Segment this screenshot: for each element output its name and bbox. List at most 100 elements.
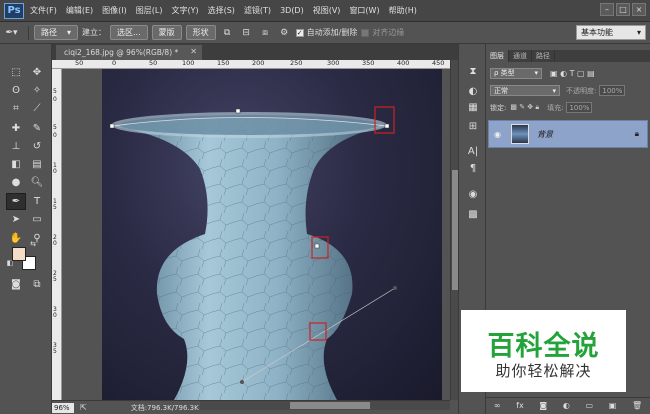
- navigator-panel-icon[interactable]: ▩: [465, 207, 481, 221]
- ruler-label: 0: [53, 132, 57, 139]
- make-shape-button[interactable]: 形状: [185, 25, 216, 40]
- ruler-label: 400: [397, 60, 410, 67]
- export-icon[interactable]: ⇱: [80, 403, 87, 412]
- opacity-field[interactable]: 100%: [599, 85, 626, 96]
- menu-file[interactable]: 文件(F): [30, 5, 57, 16]
- make-selection-button[interactable]: 选区...: [110, 25, 148, 40]
- build-label: 建立：: [82, 28, 106, 37]
- menu-select[interactable]: 选择(S): [208, 5, 235, 16]
- lasso-tool-icon[interactable]: ʘ: [6, 82, 26, 99]
- swap-colors-icon[interactable]: ⇆: [28, 239, 38, 249]
- vase-illustration: [109, 106, 397, 400]
- menu-window[interactable]: 窗口(W): [349, 5, 379, 16]
- gear-icon[interactable]: ⚙: [277, 25, 292, 40]
- eyedropper-tool-icon[interactable]: ⟋: [27, 100, 47, 117]
- menu-type[interactable]: 文字(Y): [171, 5, 198, 16]
- menu-image[interactable]: 图像(I): [102, 5, 127, 16]
- tab-paths[interactable]: 路径: [532, 50, 555, 62]
- screen-mode-icon[interactable]: ⧉: [27, 276, 47, 293]
- maximize-button[interactable]: □: [616, 3, 630, 16]
- auto-add-delete-checkbox[interactable]: ✓: [295, 28, 304, 37]
- color-panel-icon[interactable]: ◐: [465, 84, 481, 98]
- workspace-value: 基本功能: [581, 28, 613, 37]
- gradient-tool-icon[interactable]: ▤: [27, 156, 47, 173]
- document-tab[interactable]: ciqi2_168.jpg @ 96%(RGB/8) * ✕: [56, 45, 202, 60]
- adjustments-panel-icon[interactable]: ⊞: [465, 119, 481, 133]
- pen-tool-preset-icon[interactable]: ✒▾: [4, 25, 19, 40]
- close-button[interactable]: ×: [632, 3, 646, 16]
- path-selection-tool-icon[interactable]: ➤: [6, 211, 26, 228]
- path-arrangement-icon[interactable]: ⧈: [258, 25, 273, 40]
- workspace-select[interactable]: 基本功能 ▾: [576, 25, 646, 40]
- ruler-label: 0: [53, 312, 57, 319]
- fill-field[interactable]: 100%: [566, 102, 593, 113]
- layers-panel-tabs: 图层 通道 路径: [486, 50, 650, 62]
- layer-kind-value: ρ 类型: [494, 69, 515, 77]
- pen-tool-icon[interactable]: ✒: [6, 193, 26, 210]
- visibility-eye-icon[interactable]: ◉: [494, 130, 501, 139]
- link-icon[interactable]: ∞: [494, 401, 501, 410]
- filter-icons[interactable]: ▣ ◐ T ▢ ▤: [550, 69, 595, 78]
- path-operations-icon[interactable]: ⧉: [220, 25, 235, 40]
- make-mask-button[interactable]: 蒙版: [151, 25, 182, 40]
- healing-brush-tool-icon[interactable]: ✚: [6, 120, 26, 137]
- history-panel-icon[interactable]: ⧗: [465, 64, 481, 78]
- zoom-field[interactable]: 96%: [52, 402, 74, 413]
- path-alignment-icon[interactable]: ⊟: [239, 25, 254, 40]
- history-brush-tool-icon[interactable]: ↺: [27, 138, 47, 155]
- horizontal-scrollbar[interactable]: [200, 401, 450, 410]
- menu-edit[interactable]: 编辑(E): [66, 5, 93, 16]
- tool-mode-select[interactable]: 路径 ▾: [34, 25, 78, 40]
- adjustment-layer-icon[interactable]: ◐: [563, 401, 570, 410]
- menu-layer[interactable]: 图层(L): [136, 5, 163, 16]
- menu-help[interactable]: 帮助(H): [389, 5, 417, 16]
- layer-kind-filter[interactable]: ρ 类型 ▾: [490, 67, 542, 79]
- add-mask-icon[interactable]: ◙: [539, 401, 547, 410]
- lock-icons[interactable]: ▩ ✎ ✥ 🔒︎: [510, 103, 539, 112]
- trash-icon[interactable]: 🗑︎: [632, 401, 642, 410]
- tab-layers[interactable]: 图层: [486, 50, 509, 62]
- hand-tool-icon[interactable]: ✋: [6, 230, 26, 247]
- quick-mask-icon[interactable]: ◙: [6, 276, 26, 293]
- fx-icon[interactable]: fx: [516, 401, 524, 410]
- menu-3d[interactable]: 3D(D): [280, 6, 304, 15]
- new-layer-icon[interactable]: ▣: [609, 401, 617, 410]
- horizontal-scroll-thumb[interactable]: [290, 402, 370, 409]
- rectangle-tool-icon[interactable]: ▭: [27, 211, 47, 228]
- vase-photo[interactable]: [102, 69, 442, 400]
- blur-tool-icon[interactable]: ●: [6, 174, 26, 191]
- brush-tool-icon[interactable]: ✎: [27, 120, 47, 137]
- move-tool-icon[interactable]: ✥: [27, 64, 47, 81]
- eraser-tool-icon[interactable]: ◧: [6, 156, 26, 173]
- close-icon[interactable]: ✕: [190, 47, 197, 56]
- watermark-subtitle: 助你轻松解决: [495, 362, 592, 380]
- dodge-tool-icon[interactable]: 🔍︎: [27, 174, 47, 191]
- character-panel-icon[interactable]: A|: [465, 144, 481, 158]
- menu-view[interactable]: 视图(V): [313, 5, 341, 16]
- foreground-color-swatch[interactable]: [12, 247, 26, 261]
- actions-panel-icon[interactable]: ◉: [465, 187, 481, 201]
- ruler-label: 300: [327, 60, 340, 67]
- blend-mode-select[interactable]: 正常 ▾: [490, 85, 560, 96]
- align-edges-checkbox[interactable]: [361, 28, 370, 37]
- lock-icon: 🔒︎: [634, 129, 639, 138]
- clone-stamp-tool-icon[interactable]: ⊥: [6, 138, 26, 155]
- ruler-label: 0: [53, 240, 57, 247]
- chevron-down-icon: ▾: [552, 86, 556, 95]
- new-group-icon[interactable]: ▭: [586, 401, 594, 410]
- type-tool-icon[interactable]: T: [27, 193, 47, 210]
- vertical-scrollbar[interactable]: [450, 60, 458, 400]
- crop-tool-icon[interactable]: ⌗: [6, 100, 26, 117]
- ruler-label: 5: [53, 88, 57, 95]
- fill-label: 填充:: [547, 103, 564, 112]
- canvas-area[interactable]: [62, 69, 450, 400]
- swatches-panel-icon[interactable]: ▦: [465, 100, 481, 114]
- paragraph-panel-icon[interactable]: ¶: [465, 161, 481, 175]
- magic-wand-tool-icon[interactable]: ✧: [27, 82, 47, 99]
- tab-channels[interactable]: 通道: [509, 50, 532, 62]
- menu-filter[interactable]: 滤镜(T): [244, 5, 271, 16]
- layer-row-background[interactable]: ◉ 背景 🔒︎: [488, 120, 648, 148]
- horizontal-ruler: 50 0 50 100 150 200 250 300 350 400 450: [52, 60, 450, 69]
- minimize-button[interactable]: –: [600, 3, 614, 16]
- marquee-tool-icon[interactable]: ⬚: [6, 64, 26, 81]
